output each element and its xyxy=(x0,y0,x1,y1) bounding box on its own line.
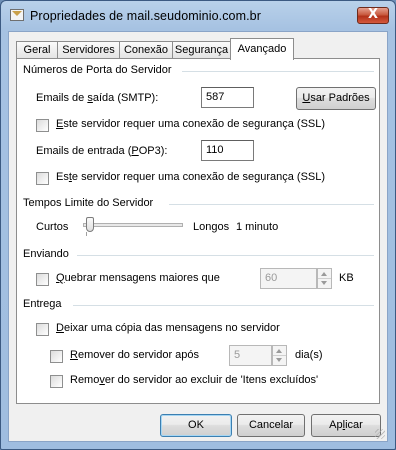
timeouts-divider xyxy=(169,204,374,205)
outgoing-port-input[interactable]: 587 xyxy=(201,87,254,108)
ssl-outgoing-checkbox[interactable] xyxy=(36,119,49,132)
incoming-port-label: Emails de entrada (POP3): xyxy=(36,145,168,157)
remove-deleted-checkbox[interactable] xyxy=(50,375,63,388)
split-messages-checkbox[interactable] xyxy=(36,273,49,286)
use-defaults-button[interactable]: Usar Padrões xyxy=(296,87,376,110)
remove-after-spinner[interactable] xyxy=(272,345,287,366)
spin-up-icon xyxy=(321,272,327,276)
timeouts-heading: Tempos Limite do Servidor xyxy=(23,197,154,209)
outgoing-port-label: Emails de saída (SMTP): xyxy=(36,92,159,104)
slider-thumb[interactable] xyxy=(86,217,94,232)
sending-heading: Enviando xyxy=(23,248,69,260)
ssl-outgoing-label: Este servidor requer uma conexão de segu… xyxy=(56,118,326,130)
sending-divider xyxy=(77,255,374,256)
spin-up-icon xyxy=(276,349,282,353)
delivery-divider xyxy=(73,305,374,306)
slider-track xyxy=(83,223,183,227)
tab-servidores[interactable]: Servidores xyxy=(57,41,120,59)
resize-grip[interactable] xyxy=(375,429,385,439)
dialog-client: Geral Servidores Conexão Segurança Avanç… xyxy=(8,31,388,442)
spin-down-icon xyxy=(276,358,282,362)
remove-after-unit: dia(s) xyxy=(295,349,323,361)
leave-copy-checkbox[interactable] xyxy=(36,323,49,336)
tab-avancado[interactable]: Avançado xyxy=(230,38,294,60)
remove-after-checkbox[interactable] xyxy=(50,350,63,363)
split-size-spinner[interactable] xyxy=(317,268,332,289)
ssl-incoming-label: Este servidor requer uma conexão de segu… xyxy=(56,171,326,183)
tab-conexao[interactable]: Conexão xyxy=(119,41,173,59)
split-messages-label: Quebrar mensagens maiores que xyxy=(56,272,220,284)
cancel-button[interactable]: Cancelar xyxy=(237,414,305,437)
ssl-incoming-checkbox[interactable] xyxy=(36,172,49,185)
close-button[interactable]: X xyxy=(357,7,389,24)
remove-after-days-input[interactable]: 5 xyxy=(229,345,272,366)
ports-divider xyxy=(182,71,374,72)
tab-geral[interactable]: Geral xyxy=(16,41,58,59)
window-title: Propriedades de mail.seudominio.com.br xyxy=(30,9,261,23)
ports-heading: Números de Porta do Servidor xyxy=(23,64,172,76)
properties-window: Propriedades de mail.seudominio.com.br X… xyxy=(0,0,396,450)
title-bar[interactable]: Propriedades de mail.seudominio.com.br X xyxy=(1,1,395,31)
ok-button[interactable]: OK xyxy=(160,414,232,437)
timeout-slider[interactable] xyxy=(83,216,183,236)
split-size-unit: KB xyxy=(339,272,354,284)
timeout-value: 1 minuto xyxy=(236,221,279,233)
split-size-input[interactable]: 60 xyxy=(260,268,317,289)
remove-deleted-label: Remover do servidor ao excluir de 'Itens… xyxy=(70,374,319,386)
incoming-port-input[interactable]: 110 xyxy=(201,140,254,161)
advanced-panel: Números de Porta do Servidor Emails de s… xyxy=(16,58,380,404)
timeout-short-label: Curtos xyxy=(36,221,69,233)
delivery-heading: Entrega xyxy=(23,298,62,310)
close-icon: X xyxy=(367,7,379,22)
tab-seguranca[interactable]: Segurança xyxy=(172,41,231,59)
leave-copy-label: Deixar uma cópia das mensagens no servid… xyxy=(56,322,280,334)
remove-after-label: Remover do servidor após xyxy=(70,349,200,361)
apply-button[interactable]: Aplicar xyxy=(311,414,381,437)
slider-tick xyxy=(86,232,87,236)
timeout-long-label: Longos xyxy=(193,221,230,233)
spin-down-icon xyxy=(321,281,327,285)
mail-account-icon xyxy=(10,9,24,21)
